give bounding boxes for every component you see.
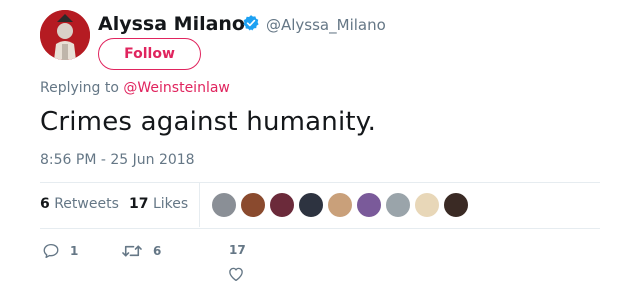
liker-avatar[interactable]	[327, 192, 353, 218]
retweet-icon	[122, 245, 142, 257]
heart-icon[interactable]	[227, 265, 245, 283]
liker-avatar[interactable]	[414, 192, 440, 218]
retweets-stat-count: 6	[40, 196, 50, 212]
user-handle[interactable]: @Alyssa_Milano	[266, 15, 386, 35]
liker-avatar[interactable]	[356, 192, 382, 218]
liker-avatar[interactable]	[385, 192, 411, 218]
retweets-stat[interactable]: 6 Retweets	[40, 195, 119, 213]
liker-avatar[interactable]	[298, 192, 324, 218]
tweet-timestamp[interactable]: 8:56 PM - 25 Jun 2018	[40, 151, 195, 169]
liker-avatar[interactable]	[240, 192, 266, 218]
avatar[interactable]	[40, 10, 90, 60]
liker-avatar[interactable]	[211, 192, 237, 218]
reply-context: Replying to @Weinsteinlaw	[40, 79, 230, 97]
avatar-image	[40, 10, 90, 60]
reply-mention-link[interactable]: @Weinsteinlaw	[123, 80, 229, 96]
retweets-stat-label: Retweets	[54, 196, 119, 212]
reply-action[interactable]: 1	[42, 241, 78, 261]
liker-avatar[interactable]	[269, 192, 295, 218]
stats-separator	[199, 183, 200, 227]
reply-icon	[43, 243, 59, 259]
liker-avatar[interactable]	[443, 192, 469, 218]
retweet-action[interactable]: 6	[121, 241, 161, 261]
divider	[40, 182, 600, 183]
reply-count: 1	[70, 244, 79, 258]
divider	[40, 228, 600, 229]
follow-button[interactable]: Follow	[98, 38, 201, 70]
retweet-count: 6	[153, 244, 162, 258]
likes-stat-count: 17	[129, 196, 149, 212]
tweet-text: Crimes against humanity.	[40, 107, 377, 137]
likes-stat-label: Likes	[152, 196, 189, 212]
likes-stat[interactable]: 17 Likes	[129, 195, 188, 213]
reply-context-prefix: Replying to	[40, 80, 124, 96]
verified-badge-icon	[243, 15, 259, 31]
display-name[interactable]: Alyssa Milano	[98, 12, 245, 36]
liker-avatars	[211, 192, 469, 218]
like-count: 17	[229, 243, 246, 257]
